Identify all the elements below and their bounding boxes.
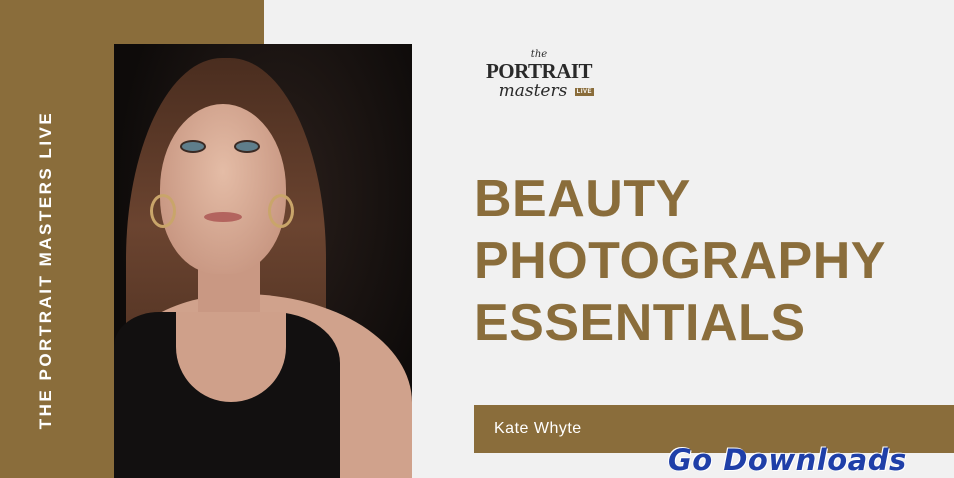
photo-right-earring — [268, 194, 294, 228]
photo-right-eye — [234, 140, 260, 153]
photo-left-earring — [150, 194, 176, 228]
headline-line-1: BEAUTY — [474, 170, 691, 228]
photo-lips — [204, 212, 242, 222]
instructor-photo — [114, 44, 412, 478]
headline-line-3: ESSENTIALS — [474, 294, 806, 352]
logo-masters-text: masters — [498, 81, 568, 101]
course-banner: THE PORTRAIT MASTERS LIVE the PORTRAIT m… — [0, 0, 954, 478]
photo-face — [160, 104, 286, 274]
watermark-text: Go Downloads — [668, 443, 907, 477]
logo-portrait-text: PORTRAIT — [485, 59, 593, 83]
photo-left-eye — [180, 140, 206, 153]
portrait-masters-logo: the PORTRAIT masters LIVE — [476, 50, 602, 112]
headline-line-2: PHOTOGRAPHY — [474, 232, 886, 290]
course-headline: BEAUTY PHOTOGRAPHY ESSENTIALS — [474, 168, 886, 354]
instructor-name: Kate Whyte — [494, 420, 582, 437]
logo-live-badge: LIVE — [574, 88, 594, 96]
vertical-series-title: THE PORTRAIT MASTERS LIVE — [36, 110, 55, 430]
logo-sub-row: masters LIVE — [476, 82, 602, 102]
